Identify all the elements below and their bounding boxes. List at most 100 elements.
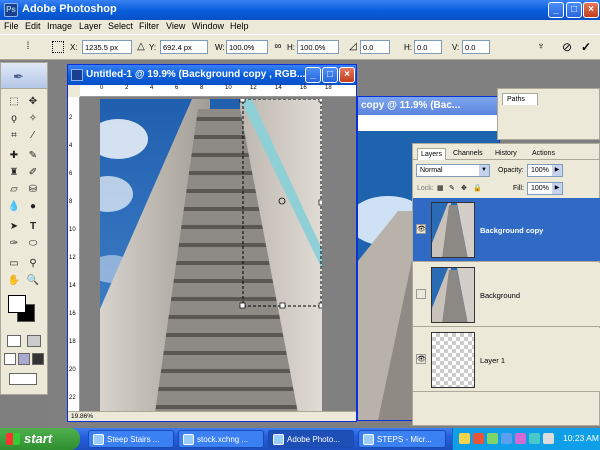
vertical-ruler[interactable]: 2 4 6 8 10 12 14 16 18 20 22: [68, 97, 80, 415]
eye-icon[interactable]: 👁: [416, 224, 426, 234]
maximize-button[interactable]: □: [566, 2, 582, 18]
y-field[interactable]: 692.4 px: [160, 40, 208, 54]
slice-tool-icon[interactable]: ∕: [26, 129, 40, 143]
taskbar-button-steps[interactable]: STEPS - Micr...: [358, 430, 446, 448]
clone-stamp-tool-icon[interactable]: ♜: [7, 166, 21, 180]
tray-icon[interactable]: [487, 433, 498, 444]
angle-field[interactable]: 0.0: [360, 40, 390, 54]
move-tool-icon[interactable]: ✥: [26, 95, 40, 109]
tab-layers[interactable]: Layers: [417, 148, 447, 160]
commit-transform-icon[interactable]: ✓: [580, 41, 592, 53]
jump-to-imageready-button[interactable]: [9, 373, 37, 385]
history-brush-tool-icon[interactable]: ✐: [26, 166, 40, 180]
pen-tool-icon[interactable]: ✑: [7, 237, 21, 251]
menu-file[interactable]: File: [4, 21, 19, 31]
hskew-field[interactable]: 0.0: [414, 40, 442, 54]
layer-name[interactable]: Background copy: [480, 226, 543, 235]
hand-tool-icon[interactable]: ✋: [7, 274, 21, 288]
start-button[interactable]: start: [0, 428, 80, 450]
height-field[interactable]: 100.0%: [297, 40, 339, 54]
eye-icon[interactable]: 👁: [416, 354, 426, 364]
menu-select[interactable]: Select: [108, 21, 133, 31]
marquee-tool-icon[interactable]: ⬚: [7, 95, 21, 109]
close-button[interactable]: ×: [583, 2, 599, 18]
layer-name[interactable]: Layer 1: [480, 356, 505, 365]
horizontal-ruler[interactable]: 0 2 4 6 8 10 12 14 16 18: [80, 85, 356, 97]
relative-position-icon[interactable]: △: [135, 41, 147, 53]
opacity-field[interactable]: 100% ▶: [527, 164, 563, 177]
shape-tool-icon[interactable]: ⬭: [26, 237, 40, 251]
zoom-level[interactable]: 19.86%: [71, 413, 93, 420]
doc-close-button[interactable]: ×: [339, 67, 355, 83]
blend-mode-dropdown[interactable]: Normal ▼: [416, 164, 490, 177]
tab-history[interactable]: History: [495, 150, 517, 157]
menu-filter[interactable]: Filter: [139, 21, 159, 31]
taskbar-button-steep-stairs[interactable]: Steep Stairs ...: [88, 430, 174, 448]
layer-row-background[interactable]: Background: [413, 263, 600, 327]
blur-tool-icon[interactable]: 💧: [7, 200, 21, 214]
lock-position-icon[interactable]: ✥: [461, 184, 467, 192]
eyedropper-tool-icon[interactable]: ⚲: [26, 257, 40, 271]
tray-icon[interactable]: [473, 433, 484, 444]
crop-tool-icon[interactable]: ⌗: [7, 129, 21, 143]
lock-all-icon[interactable]: 🔒: [473, 184, 482, 192]
front-document-window[interactable]: Untitled-1 @ 19.9% (Background copy , RG…: [67, 64, 357, 422]
notes-tool-icon[interactable]: ▭: [7, 257, 21, 271]
menu-view[interactable]: View: [166, 21, 185, 31]
tray-icon[interactable]: [529, 433, 540, 444]
menu-image[interactable]: Image: [47, 21, 72, 31]
quick-mask-button[interactable]: [27, 335, 41, 347]
stairs-photo[interactable]: [100, 99, 322, 413]
photoshop-icon: [273, 434, 284, 445]
screen-mode-full-menu-button[interactable]: [18, 353, 30, 365]
menu-help[interactable]: Help: [230, 21, 249, 31]
document-canvas[interactable]: [80, 97, 356, 413]
menu-layer[interactable]: Layer: [79, 21, 102, 31]
back-document-title[interactable]: copy @ 11.9% (Bac...: [358, 97, 499, 115]
type-tool-icon[interactable]: T: [26, 220, 40, 234]
tab-channels[interactable]: Channels: [453, 150, 483, 157]
visibility-toggle[interactable]: [416, 289, 426, 299]
tray-icon[interactable]: [459, 433, 470, 444]
volume-icon[interactable]: [543, 433, 554, 444]
layer-row-layer-1[interactable]: 👁 Layer 1: [413, 328, 600, 392]
menu-edit[interactable]: Edit: [25, 21, 41, 31]
reference-point-icon[interactable]: [52, 41, 64, 53]
width-field[interactable]: 100.0%: [226, 40, 268, 54]
foreground-color-swatch[interactable]: [8, 295, 26, 313]
fill-field[interactable]: 100% ▶: [527, 182, 563, 195]
cancel-transform-icon[interactable]: ⊘: [561, 41, 573, 53]
lock-transparent-icon[interactable]: ▦: [437, 184, 444, 192]
x-field[interactable]: 1235.5 px: [82, 40, 132, 54]
standard-mode-button[interactable]: [7, 335, 21, 347]
doc-minimize-button[interactable]: _: [305, 67, 321, 83]
layer-row-background-copy[interactable]: 👁 Background copy: [413, 198, 600, 262]
doc-maximize-button[interactable]: □: [322, 67, 338, 83]
vskew-field[interactable]: 0.0: [462, 40, 490, 54]
lasso-tool-icon[interactable]: ϙ: [7, 112, 21, 126]
tab-actions[interactable]: Actions: [532, 150, 555, 157]
taskbar-button-photoshop[interactable]: Adobe Photo...: [268, 430, 354, 448]
layer-name[interactable]: Background: [480, 291, 520, 300]
tray-icon[interactable]: [515, 433, 526, 444]
minimize-button[interactable]: _: [548, 2, 564, 18]
menu-window[interactable]: Window: [192, 21, 224, 31]
brush-tool-icon[interactable]: ✎: [26, 149, 40, 163]
taskbar-button-stock-xchng[interactable]: stock.xchng ...: [178, 430, 264, 448]
transform-icon[interactable]: ⁞: [22, 41, 34, 53]
screen-mode-full-button[interactable]: [32, 353, 44, 365]
eraser-tool-icon[interactable]: ▱: [7, 183, 21, 197]
screen-mode-standard-button[interactable]: [4, 353, 16, 365]
front-document-title[interactable]: Untitled-1 @ 19.9% (Background copy , RG…: [86, 69, 305, 80]
link-icon[interactable]: ∞: [272, 41, 284, 53]
paint-bucket-tool-icon[interactable]: ⛁: [26, 183, 40, 197]
lock-image-icon[interactable]: ✎: [449, 184, 455, 192]
path-selection-tool-icon[interactable]: ➤: [7, 220, 21, 234]
magic-wand-tool-icon[interactable]: ✧: [26, 112, 40, 126]
dodge-tool-icon[interactable]: ●: [26, 200, 40, 214]
tab-paths[interactable]: Paths: [502, 93, 538, 105]
zoom-tool-icon[interactable]: 🔍: [26, 274, 40, 288]
tray-icon[interactable]: [501, 433, 512, 444]
healing-brush-tool-icon[interactable]: ✚: [7, 149, 21, 163]
warp-icon[interactable]: ♆: [535, 41, 547, 53]
